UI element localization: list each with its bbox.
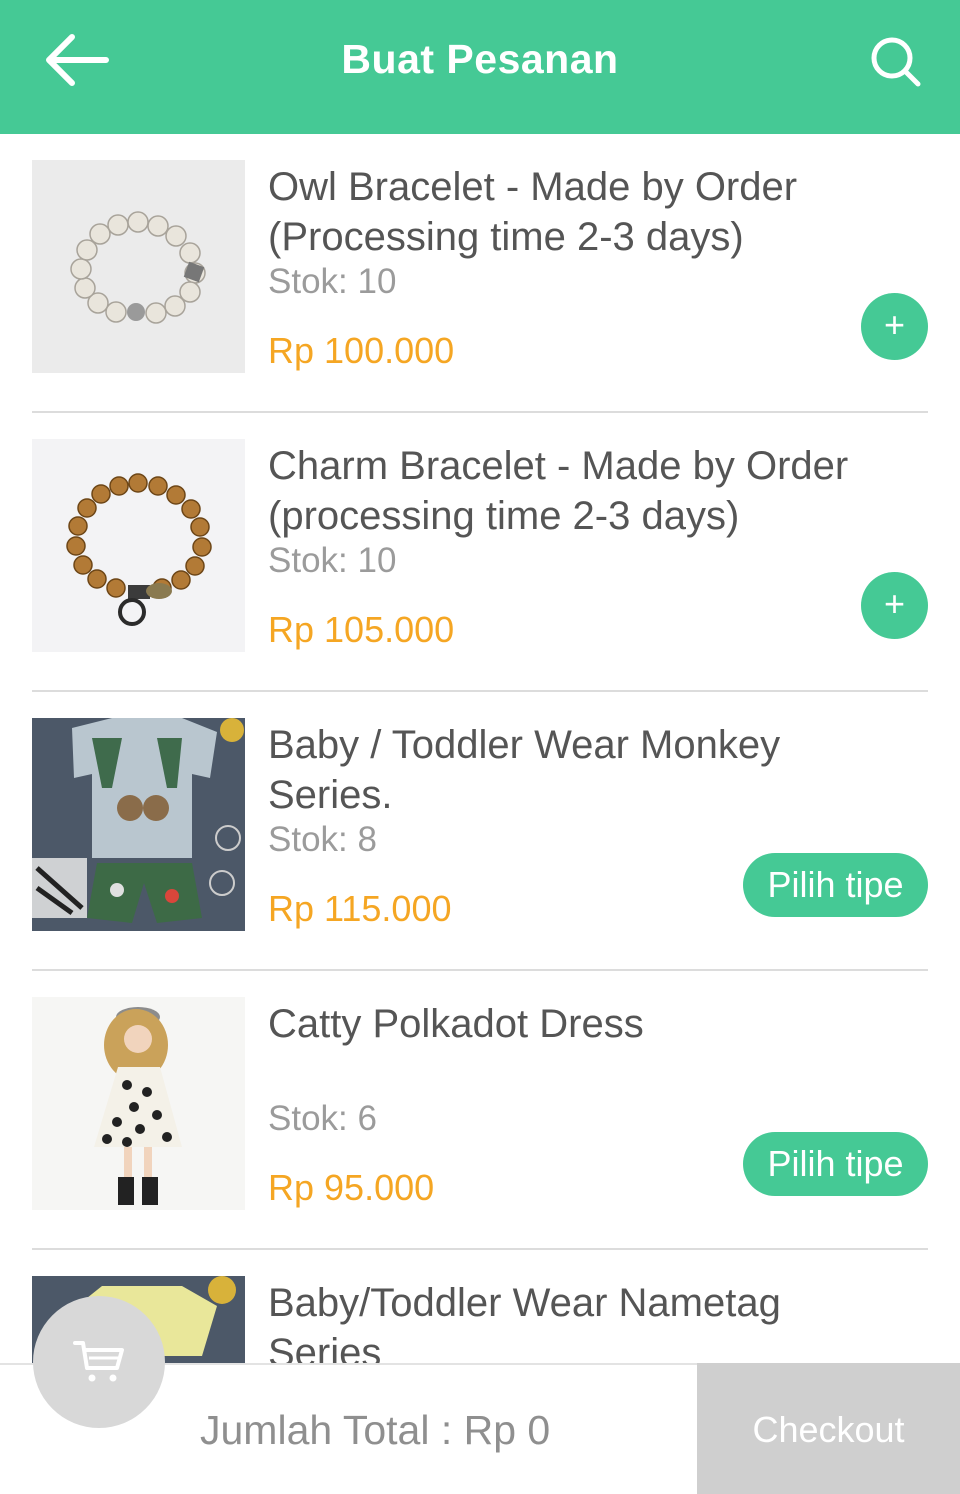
product-item[interactable]: Charm Bracelet - Made by Order (processi… — [32, 413, 928, 692]
checkout-button[interactable]: Checkout — [697, 1363, 960, 1494]
product-image-charm-bracelet — [32, 439, 245, 652]
product-image-owl-bracelet — [32, 160, 245, 373]
product-price: Rp 100.000 — [268, 330, 455, 371]
product-list[interactable]: Owl Bracelet - Made by Order (Processing… — [0, 134, 960, 1363]
product-name: Charm Bracelet - Made by Order (processi… — [268, 444, 849, 538]
cart-button[interactable] — [33, 1296, 165, 1428]
product-item[interactable]: Owl Bracelet - Made by Order (Processing… — [32, 134, 928, 413]
search-button[interactable] — [864, 30, 928, 94]
product-stock: Stok: 10 — [268, 541, 397, 580]
product-item[interactable]: Baby / Toddler Wear Monkey Series. Stok:… — [32, 692, 928, 971]
product-name: Baby / Toddler Wear Monkey Series. — [268, 723, 781, 817]
add-to-cart-button[interactable]: + — [861, 293, 928, 360]
product-image-polkadot-dress — [32, 997, 245, 1210]
page-title: Buat Pesanan — [341, 36, 619, 82]
order-total: Jumlah Total : Rp 0 — [200, 1407, 551, 1453]
choose-type-button[interactable]: Pilih tipe — [743, 1132, 928, 1196]
product-price: Rp 115.000 — [268, 888, 452, 929]
product-stock: Stok: 8 — [268, 820, 377, 859]
cart-icon — [73, 1341, 124, 1382]
product-price: Rp 105.000 — [268, 609, 455, 650]
product-stock: Stok: 6 — [268, 1099, 377, 1138]
add-to-cart-button[interactable]: + — [861, 572, 928, 639]
choose-type-button[interactable]: Pilih tipe — [743, 853, 928, 917]
product-price: Rp 95.000 — [268, 1167, 435, 1208]
product-image-monkey-series — [32, 718, 245, 931]
product-name: Baby/Toddler Wear Nametag Series — [268, 1281, 781, 1363]
product-name: Owl Bracelet - Made by Order (Processing… — [268, 165, 798, 259]
search-icon — [871, 37, 921, 87]
product-stock: Stok: 10 — [268, 262, 397, 301]
product-item[interactable]: Baby/Toddler Wear Nametag Series — [32, 1250, 928, 1363]
app-header: Buat Pesanan — [0, 0, 960, 134]
product-name: Catty Polkadot Dress — [268, 1002, 644, 1046]
product-item[interactable]: Catty Polkadot Dress Stok: 6 Rp 95.000 P… — [32, 971, 928, 1250]
